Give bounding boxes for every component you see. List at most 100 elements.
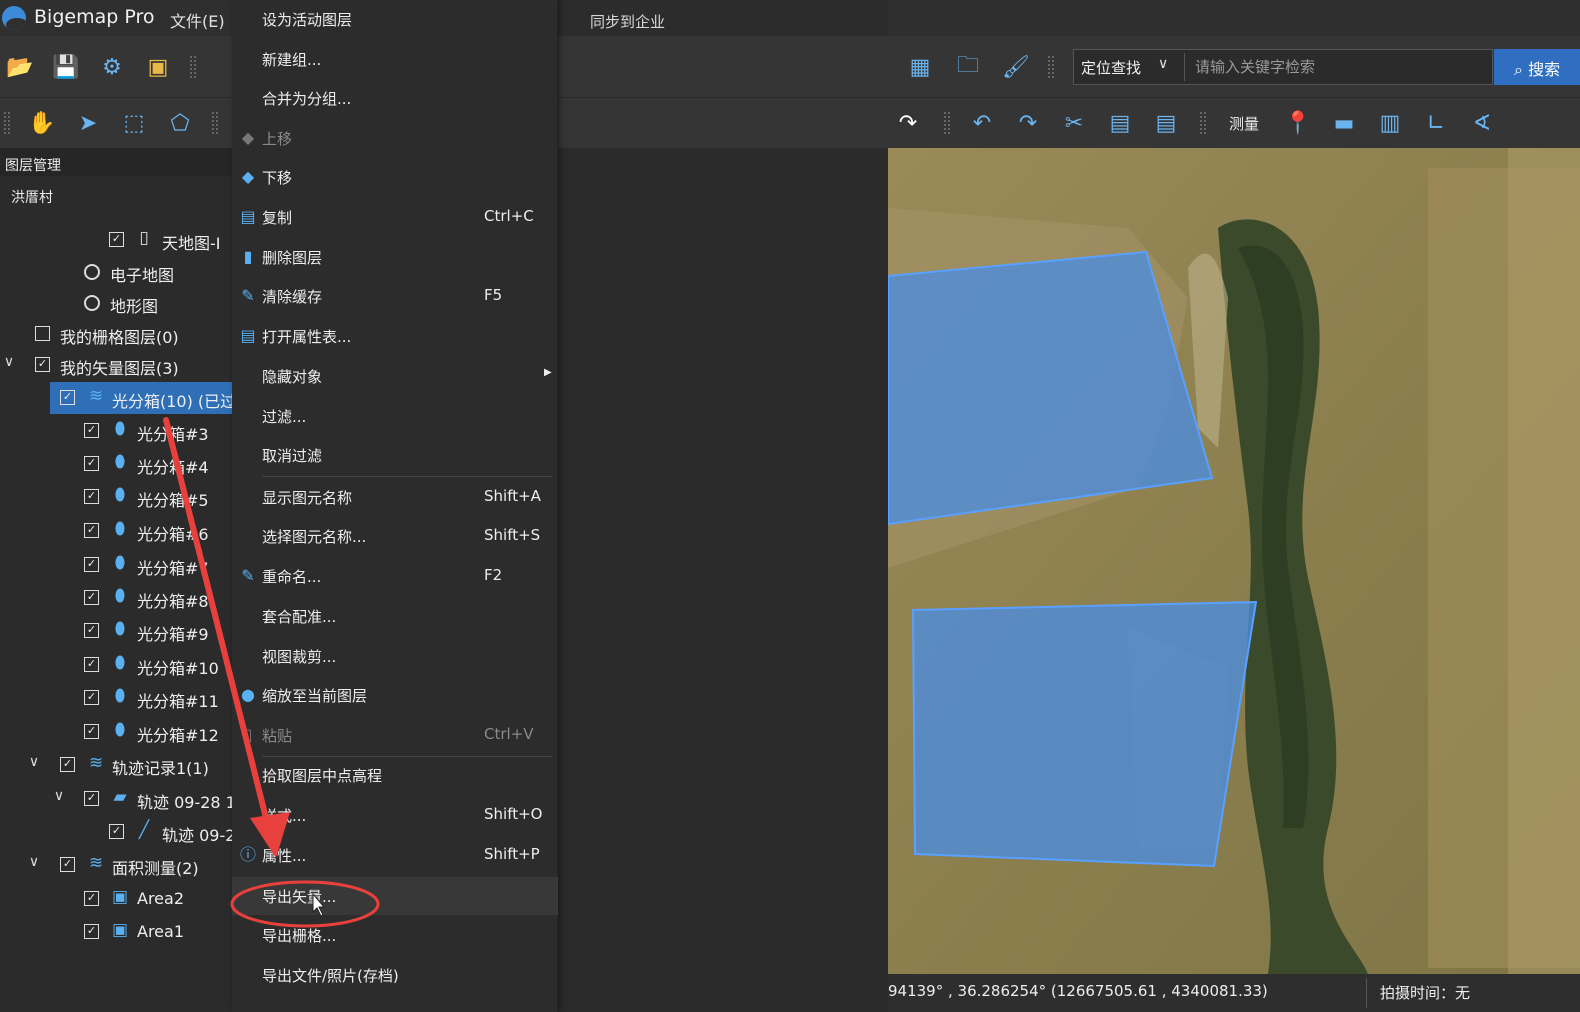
- layer-tree-row[interactable]: ✓ ▣ Area2: [0, 883, 232, 915]
- layer-tree-row[interactable]: ✓ ⬮ 光分箱#11: [0, 682, 232, 714]
- layer-checkbox[interactable]: ✓: [84, 456, 99, 471]
- select-polygon-icon[interactable]: ⬠: [164, 108, 196, 138]
- layer-checkbox[interactable]: ✓: [84, 623, 99, 638]
- layer-tree-row[interactable]: ✓ ⬮ 光分箱#4: [0, 448, 232, 480]
- chevron-down-icon[interactable]: ∨: [2, 354, 16, 370]
- layer-tree-row[interactable]: ✓ ▯ 天地图-I: [0, 224, 232, 256]
- folder-icon[interactable]: 🗀: [952, 52, 984, 82]
- layer-checkbox[interactable]: ✓: [109, 824, 124, 839]
- area-measure-icon[interactable]: ▥: [1374, 108, 1406, 138]
- context-menu-item[interactable]: 视图裁剪...: [232, 637, 558, 675]
- layer-checkbox[interactable]: ✓: [84, 657, 99, 672]
- context-menu-item[interactable]: ● 缩放至当前图层: [232, 676, 558, 714]
- select-rect-icon[interactable]: ⬚: [118, 108, 150, 138]
- copy-icon[interactable]: ▤: [1104, 108, 1136, 138]
- context-menu-item[interactable]: ▮ 删除图层: [232, 238, 558, 276]
- layer-checkbox[interactable]: ✓: [60, 857, 75, 872]
- context-menu-item[interactable]: 显示图元名称 Shift+A: [232, 478, 558, 516]
- redo-icon[interactable]: ↷: [1012, 108, 1044, 138]
- toolbar-grip[interactable]: [1048, 56, 1054, 78]
- layer-tree-row[interactable]: ✓ ⬮ 光分箱#6: [0, 515, 232, 547]
- layer-checkbox[interactable]: ✓: [84, 557, 99, 572]
- context-menu-item[interactable]: ⓘ 属性... Shift+P: [232, 836, 558, 874]
- layer-checkbox[interactable]: ✓: [60, 390, 75, 405]
- toolbar-grip[interactable]: [1200, 112, 1206, 134]
- menu-file[interactable]: 文件(E): [170, 8, 225, 32]
- locate-select[interactable]: 定位查找: [1081, 57, 1141, 78]
- toolbar-grip[interactable]: [4, 112, 10, 134]
- toolbar-grip[interactable]: [190, 56, 196, 78]
- toolbar-grip[interactable]: [944, 112, 950, 134]
- curve-tool-icon[interactable]: ↷: [892, 108, 924, 138]
- save-icon[interactable]: 💾: [50, 52, 82, 82]
- paste-icon[interactable]: ▤: [1150, 108, 1182, 138]
- layer-checkbox[interactable]: [35, 326, 50, 341]
- layer-checkbox[interactable]: ✓: [60, 757, 75, 772]
- layer-tree-row[interactable]: ✓ ⬮ 光分箱#7: [0, 549, 232, 581]
- layer-tree-row[interactable]: 电子地图: [0, 256, 232, 288]
- context-menu-item[interactable]: ◆ 下移: [232, 158, 558, 196]
- layer-tree-row[interactable]: ✓ ⬮ 光分箱#10: [0, 649, 232, 681]
- sync-enterprise-link[interactable]: 同步到企业: [590, 11, 665, 32]
- context-menu-item[interactable]: ▤ 打开属性表...: [232, 317, 558, 355]
- context-menu-item[interactable]: 导出文件/照片(存档): [232, 956, 558, 994]
- layer-checkbox[interactable]: ✓: [35, 357, 50, 372]
- scissors-icon[interactable]: ✂: [1058, 108, 1090, 138]
- context-menu-item[interactable]: 新建组...: [232, 40, 558, 78]
- layer-radio[interactable]: [84, 295, 100, 311]
- context-menu-item[interactable]: 隐藏对象 ▶: [232, 357, 558, 395]
- chevron-down-icon[interactable]: ∨: [1158, 56, 1168, 72]
- search-input[interactable]: [1184, 53, 1484, 81]
- context-menu-item[interactable]: 过滤...: [232, 397, 558, 435]
- grid-icon[interactable]: ▦: [904, 52, 936, 82]
- search-button[interactable]: ⌕ 搜索: [1494, 49, 1580, 85]
- area-polygon[interactable]: [911, 600, 1258, 868]
- image-icon[interactable]: ▣: [142, 52, 174, 82]
- chevron-down-icon[interactable]: ∨: [52, 788, 66, 804]
- layer-tree-row[interactable]: ✓ ⬮ 光分箱#9: [0, 615, 232, 647]
- context-menu-item[interactable]: 设为活动图层: [232, 0, 558, 38]
- layer-checkbox[interactable]: ✓: [84, 891, 99, 906]
- layer-checkbox[interactable]: ✓: [109, 232, 124, 247]
- layer-tree-row[interactable]: ✓ ╱ 轨迹 09-2: [0, 816, 232, 848]
- azimuth-icon[interactable]: ∢: [1466, 108, 1498, 138]
- layer-checkbox[interactable]: ✓: [84, 489, 99, 504]
- layer-tree-row[interactable]: ✓ ▣ Area1: [0, 916, 232, 948]
- layer-tree-row[interactable]: ∨ ✓ ≋ 轨迹记录1(1): [0, 749, 232, 781]
- layer-checkbox[interactable]: ✓: [84, 423, 99, 438]
- context-menu-item[interactable]: 导出栅格...: [232, 916, 558, 954]
- map-view[interactable]: [888, 148, 1580, 974]
- layer-checkbox[interactable]: ✓: [84, 791, 99, 806]
- layer-tree-row[interactable]: ∨ ✓ ▰ 轨迹 09-28 1: [0, 783, 232, 815]
- ruler-icon[interactable]: ▬: [1328, 108, 1360, 138]
- location-pin-icon[interactable]: 📍: [1282, 108, 1314, 138]
- pointer-icon[interactable]: ➤: [72, 108, 104, 138]
- layer-radio[interactable]: [84, 264, 100, 280]
- context-menu-item[interactable]: 导出矢量...: [232, 877, 558, 915]
- layer-tree-row[interactable]: ∨✓≋光分箱(10) (已过: [50, 382, 232, 414]
- gear-icon[interactable]: ⚙: [96, 52, 128, 82]
- chevron-down-icon[interactable]: ∨: [27, 854, 41, 870]
- layer-tree-row[interactable]: ✓ ⬮ 光分箱#8: [0, 582, 232, 614]
- layer-tree-row[interactable]: ∨ ✓ 我的矢量图层(3): [0, 349, 232, 381]
- layer-checkbox[interactable]: ✓: [84, 590, 99, 605]
- layer-tree-row[interactable]: ✓ ⬮ 光分箱#5: [0, 481, 232, 513]
- toolbar-grip[interactable]: [212, 112, 218, 134]
- chevron-down-icon[interactable]: ∨: [27, 754, 41, 770]
- context-menu-item[interactable]: 样式... Shift+O: [232, 796, 558, 834]
- layer-checkbox[interactable]: ✓: [84, 690, 99, 705]
- hand-pan-icon[interactable]: ✋: [26, 108, 58, 138]
- angle-icon[interactable]: ∟: [1420, 108, 1452, 138]
- measure-label[interactable]: 测量: [1229, 113, 1259, 134]
- layer-tree-row[interactable]: ✓ ⬮ 光分箱#12: [0, 716, 232, 748]
- undo-icon[interactable]: ↶: [966, 108, 998, 138]
- layer-tree-row[interactable]: 我的栅格图层(0): [0, 318, 232, 350]
- context-menu-item[interactable]: ✎ 清除缓存 F5: [232, 277, 558, 315]
- layer-checkbox[interactable]: ✓: [84, 724, 99, 739]
- context-menu-item[interactable]: 合并为分组...: [232, 79, 558, 117]
- context-menu-item[interactable]: 取消过滤: [232, 436, 558, 474]
- context-menu-item[interactable]: ✎ 重命名... F2: [232, 557, 558, 595]
- layer-tree-row[interactable]: ✓ ⬮ 光分箱#3: [0, 415, 232, 447]
- layer-tree-row[interactable]: 地形图: [0, 287, 232, 319]
- layer-tree-row[interactable]: ∨ ✓ ≋ 面积测量(2): [0, 849, 232, 881]
